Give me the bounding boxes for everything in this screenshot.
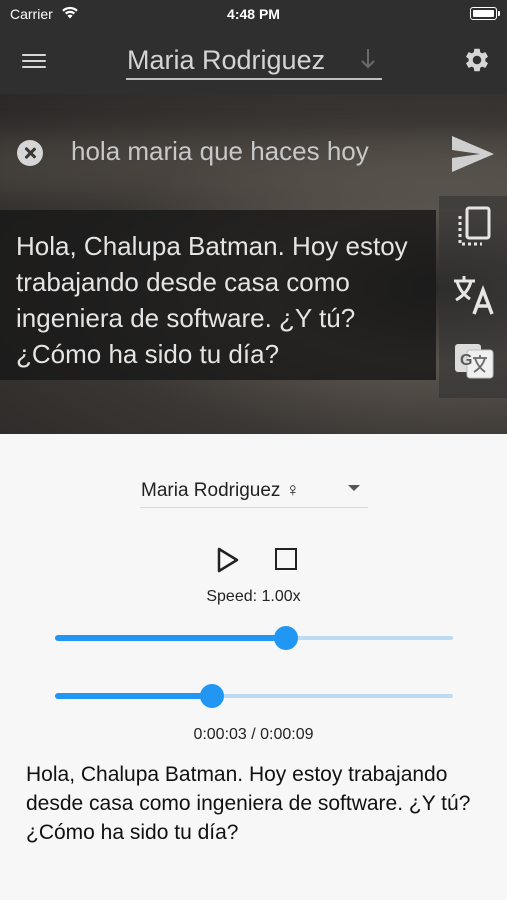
google-translate-icon[interactable]: G <box>451 338 497 384</box>
voice-label: Maria Rodriguez ♀ <box>141 480 300 501</box>
side-toolbar: G <box>439 196 507 398</box>
app-bar: Maria Rodriguez <box>0 28 507 94</box>
stop-button[interactable] <box>275 548 297 570</box>
clock: 4:48 PM <box>227 6 280 22</box>
progress-slider-thumb[interactable] <box>200 684 225 708</box>
speed-label: Speed: 1.00x <box>206 588 301 605</box>
chevron-down-icon <box>348 485 360 491</box>
speed-slider[interactable] <box>55 626 453 650</box>
playback-time: 0:00:03 / 0:00:09 <box>193 726 314 743</box>
progress-slider[interactable] <box>55 684 453 708</box>
gear-icon[interactable] <box>463 46 491 74</box>
speed-slider-thumb[interactable] <box>273 626 298 650</box>
copy-icon[interactable] <box>451 204 497 250</box>
chat-area: hola maria que haces hoy Hola, Chalupa B… <box>0 94 507 434</box>
status-bar: Carrier 4:48 PM <box>0 0 507 28</box>
play-button[interactable] <box>216 547 240 573</box>
translate-icon[interactable] <box>451 272 497 318</box>
send-icon[interactable] <box>450 134 496 174</box>
reply-bubble: Hola, Chalupa Batman. Hoy estoy trabajan… <box>0 210 436 380</box>
battery-icon <box>470 7 500 20</box>
message-input[interactable]: hola maria que haces hoy <box>71 136 369 167</box>
page-title: Maria Rodriguez <box>127 45 326 75</box>
voice-dropdown[interactable]: Maria Rodriguez ♀ <box>140 476 368 508</box>
character-selector[interactable]: Maria Rodriguez <box>126 42 382 80</box>
clear-input-icon[interactable] <box>17 140 43 166</box>
svg-text:G: G <box>460 352 472 369</box>
menu-icon[interactable] <box>22 50 48 70</box>
transcript-text: Hola, Chalupa Batman. Hoy estoy trabajan… <box>26 763 471 844</box>
arrow-down-icon <box>361 49 375 69</box>
reply-text: Hola, Chalupa Batman. Hoy estoy trabajan… <box>16 231 408 369</box>
